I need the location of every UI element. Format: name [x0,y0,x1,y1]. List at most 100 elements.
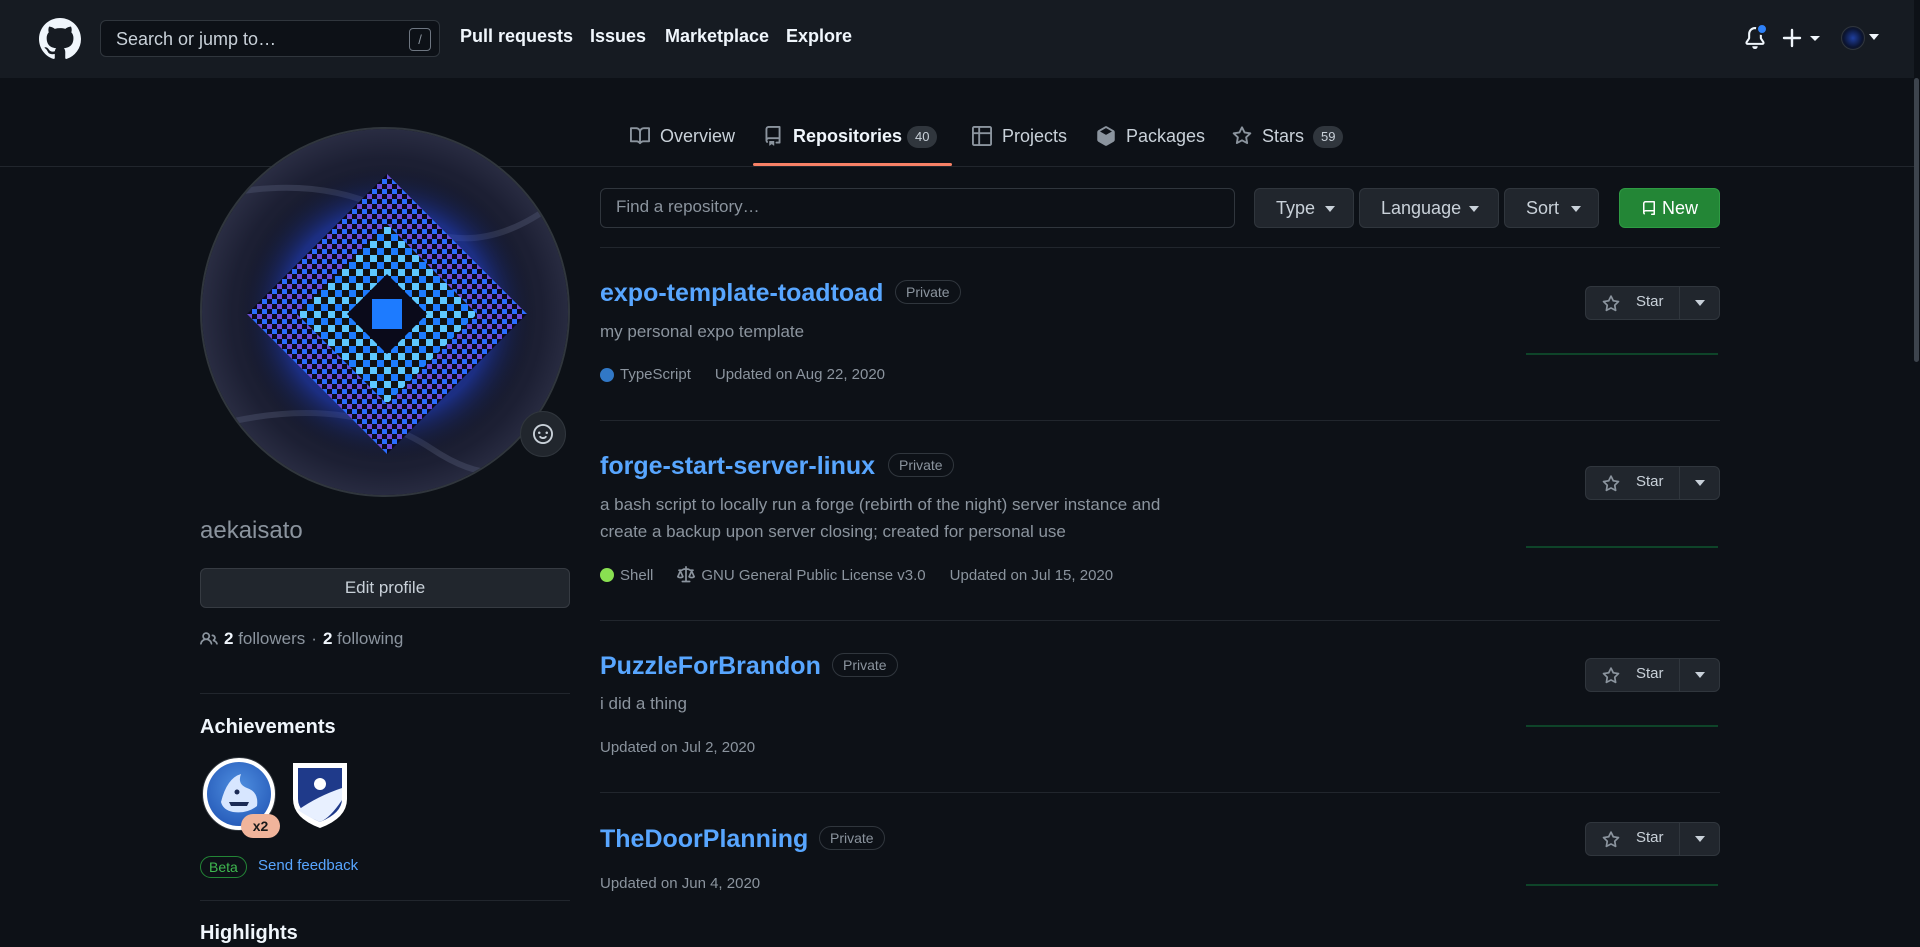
repo-list-divider [600,420,1720,421]
chevron-down-icon [1469,206,1479,212]
sidebar-divider [200,693,570,694]
repo-language: TypeScript [620,366,691,383]
chevron-down-icon[interactable] [1869,33,1879,41]
active-tab-underline [753,163,952,166]
achievement-badge-arctic-code-vault-icon[interactable] [290,760,350,830]
achievements-heading: Achievements [200,716,336,738]
top-header: Search or jump to… / Pull requests Issue… [0,0,1920,78]
tab-overview-label: Overview [660,126,736,146]
chevron-down-icon [1695,480,1705,486]
profile-username: aekaisato [200,517,303,544]
star-button-group: Star [1585,466,1720,500]
find-repository-input[interactable]: Find a repository… [600,188,1235,228]
smiley-icon [533,424,553,444]
type-filter-label: Type [1276,198,1316,218]
user-menu-avatar[interactable] [1841,26,1865,50]
beta-label: Beta [200,856,247,878]
github-logo-icon[interactable] [39,18,81,60]
repo-name-link[interactable]: expo-template-toadtoad [600,279,883,308]
sort-filter-label: Sort [1526,198,1560,218]
table-icon [972,126,992,146]
star-button[interactable]: Star [1586,823,1679,855]
repo-description: my personal expo template [600,322,805,341]
search-shortcut-hint: / [409,28,431,51]
repo-description: a bash script to locally run a forge (re… [600,491,1200,545]
star-button[interactable]: Star [1586,287,1679,319]
law-icon [677,566,696,583]
star-lists-dropdown[interactable] [1680,467,1720,499]
star-button-group: Star [1585,822,1720,856]
repositories-count-badge: 40 [907,126,938,148]
chevron-down-icon [1325,206,1335,212]
type-filter-button[interactable]: Type [1254,188,1354,228]
tab-projects-label: Projects [1002,126,1068,146]
tab-packages-label: Packages [1126,126,1206,146]
activity-sparkline [1526,725,1718,727]
find-repository-placeholder: Find a repository… [616,197,760,216]
sort-filter-button[interactable]: Sort [1504,188,1599,228]
new-repository-label: New [1662,198,1699,218]
star-label: Star [1636,473,1664,490]
repo-icon [765,126,781,146]
repo-list-divider [600,620,1720,621]
repo-description: i did a thing [600,694,687,713]
tab-repositories-label: Repositories [793,126,903,146]
notification-indicator [1756,23,1768,35]
search-input[interactable]: Search or jump to… / [100,20,440,57]
pixel-art-avatar-image [202,129,568,495]
send-feedback-link[interactable]: Send feedback [258,857,358,874]
visibility-badge: Private [895,280,961,304]
nav-marketplace[interactable]: Marketplace [665,26,769,47]
activity-sparkline [1526,353,1718,355]
highlights-heading: Highlights [200,922,298,944]
followers-link[interactable]: 2 followers [224,629,305,649]
chevron-down-icon [1695,300,1705,306]
repo-description-line: create a backup upon server closing; cre… [600,522,1066,541]
edit-profile-button[interactable]: Edit profile [200,568,570,608]
package-icon [1097,126,1115,146]
star-label: Star [1636,829,1664,846]
following-link[interactable]: 2 following [323,629,403,649]
visibility-badge: Private [832,653,898,677]
tab-stars-label: Stars [1262,126,1305,146]
stars-count-badge: 59 [1313,126,1344,148]
repo-updated: Updated on Jul 15, 2020 [949,566,1114,584]
star-button[interactable]: Star [1586,659,1679,691]
follow-stats: 2 followers · 2 following [200,629,403,649]
language-filter-button[interactable]: Language [1359,188,1499,228]
visibility-badge: Private [888,453,954,477]
create-new-plus-icon[interactable] [1782,24,1826,52]
profile-avatar[interactable] [200,127,570,497]
repo-list-divider [600,247,1720,248]
star-lists-dropdown[interactable] [1680,287,1720,319]
achievement-multiplier-badge: x2 [241,814,280,838]
follow-separator: · [311,629,317,648]
new-repository-button[interactable]: New [1619,188,1720,228]
scrollbar-thumb[interactable] [1914,78,1919,362]
star-icon [1602,475,1620,492]
star-lists-dropdown[interactable] [1680,659,1720,691]
star-label: Star [1636,293,1664,310]
star-icon [1602,295,1620,312]
repo-name-link[interactable]: TheDoorPlanning [600,825,808,854]
nav-explore[interactable]: Explore [786,26,852,47]
star-button-group: Star [1585,658,1720,692]
set-status-button[interactable] [520,411,566,457]
repo-meta: Updated on Jul 2, 2020 [600,739,755,756]
repo-name-link[interactable]: forge-start-server-linux [600,452,875,481]
nav-pull-requests[interactable]: Pull requests [460,26,573,47]
star-lists-dropdown[interactable] [1680,823,1720,855]
following-count: 2 [322,629,333,648]
language-color-dot [600,367,614,382]
repo-license: GNU General Public License v3.0 [701,566,926,584]
star-button[interactable]: Star [1586,467,1679,499]
repo-language: Shell [620,566,654,584]
people-icon [200,632,218,645]
nav-issues[interactable]: Issues [590,26,646,47]
visibility-badge: Private [819,826,885,850]
repo-updated: Updated on Aug 22, 2020 [714,366,886,383]
star-icon [1602,831,1620,848]
repo-description-line: a bash script to locally run a forge (re… [600,495,1161,514]
sidebar-divider [200,900,570,901]
repo-name-link[interactable]: PuzzleForBrandon [600,652,821,681]
